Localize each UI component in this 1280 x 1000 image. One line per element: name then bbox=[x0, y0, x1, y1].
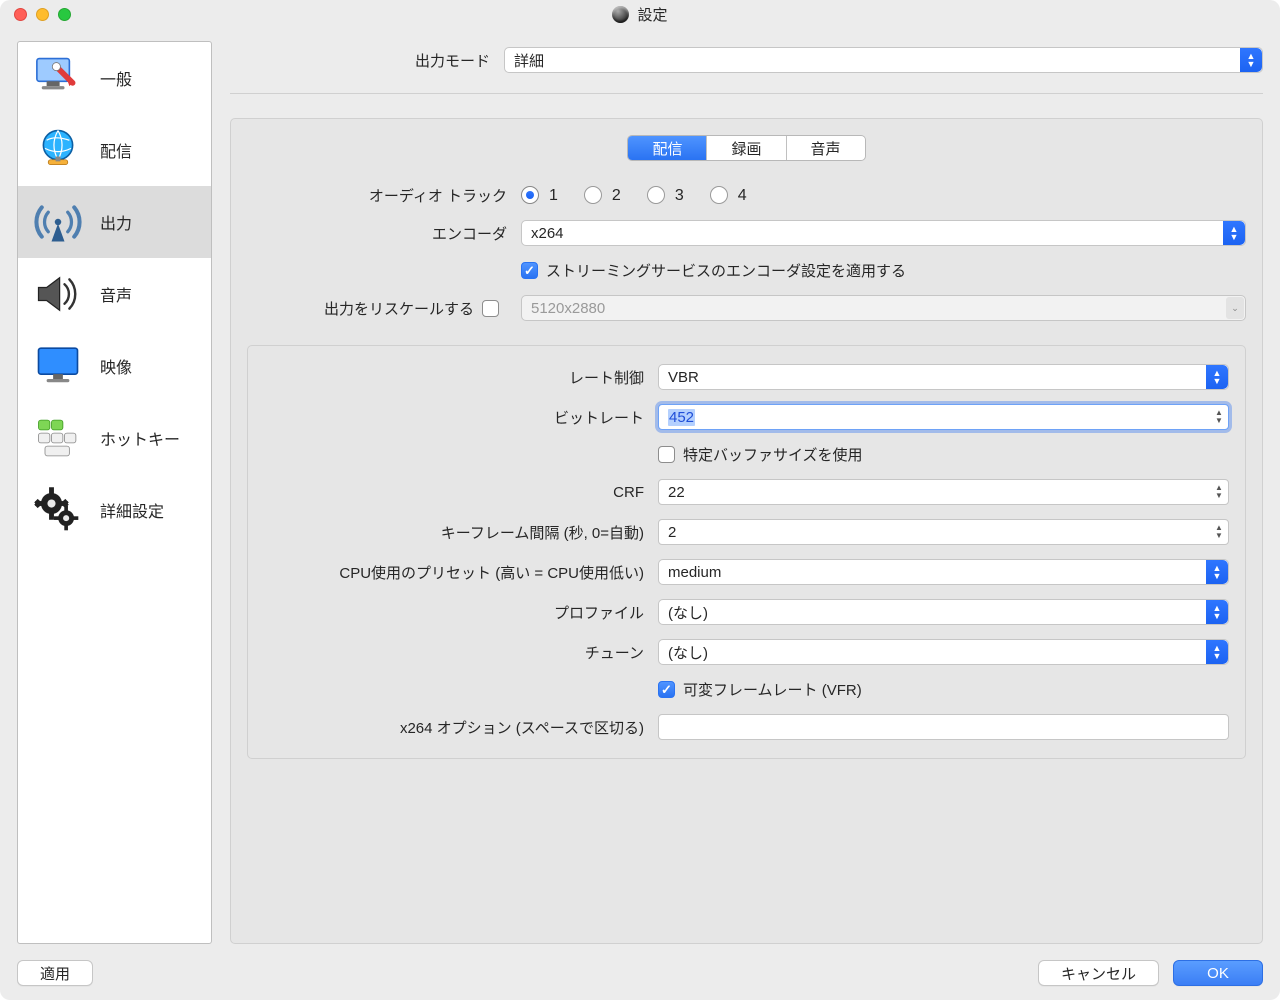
settings-window: 設定 一般 配信 bbox=[0, 0, 1280, 1000]
radio-icon bbox=[710, 186, 728, 204]
rate-control-label: レート制御 bbox=[264, 367, 644, 388]
sidebar-item-general[interactable]: 一般 bbox=[18, 42, 211, 114]
profile-select[interactable]: (なし) ▲▼ bbox=[658, 599, 1229, 625]
sidebar-item-label: 詳細設定 bbox=[100, 498, 164, 522]
sidebar-item-audio[interactable]: 音声 bbox=[18, 258, 211, 330]
audio-track-1-radio[interactable]: 1 bbox=[521, 187, 558, 205]
x264opts-label: x264 オプション (スペースで区切る) bbox=[264, 717, 644, 738]
minimize-window-button[interactable] bbox=[36, 8, 49, 21]
chevron-down-icon: ⌄ bbox=[1226, 297, 1244, 319]
apply-service-settings-checkbox[interactable]: ストリーミングサービスのエンコーダ設定を適用する bbox=[521, 260, 906, 281]
chevron-updown-icon: ▲▼ bbox=[1206, 560, 1228, 584]
sidebar-item-output[interactable]: 出力 bbox=[18, 186, 211, 258]
app-icon bbox=[612, 6, 629, 23]
vfr-checkbox[interactable]: 可変フレームレート (VFR) bbox=[658, 679, 862, 700]
output-mode-select[interactable]: 詳細 ▲▼ bbox=[504, 47, 1263, 73]
keyframe-label: キーフレーム間隔 (秒, 0=自動) bbox=[264, 522, 644, 543]
monitor-icon bbox=[28, 339, 88, 394]
audio-track-label: オーディオ トラック bbox=[247, 185, 507, 206]
sidebar-item-hotkeys[interactable]: ホットキー bbox=[18, 402, 211, 474]
titlebar: 設定 bbox=[0, 0, 1280, 29]
settings-sidebar: 一般 配信 出力 音声 bbox=[17, 41, 212, 944]
radio-icon bbox=[647, 186, 665, 204]
audio-track-3-radio[interactable]: 3 bbox=[647, 187, 684, 205]
bitrate-input[interactable]: 452 ▲▼ bbox=[658, 404, 1229, 430]
speaker-icon bbox=[28, 267, 88, 322]
rescale-checkbox[interactable] bbox=[482, 300, 499, 317]
tune-label: チューン bbox=[264, 642, 644, 663]
profile-label: プロファイル bbox=[264, 602, 644, 623]
sidebar-item-label: 配信 bbox=[100, 138, 132, 162]
maximize-window-button[interactable] bbox=[58, 8, 71, 21]
encoder-label: エンコーダ bbox=[247, 223, 507, 244]
crf-input[interactable]: 22 ▲▼ bbox=[658, 479, 1229, 505]
stepper-arrows-icon[interactable]: ▲▼ bbox=[1211, 521, 1227, 543]
chevron-updown-icon: ▲▼ bbox=[1206, 600, 1228, 624]
checkbox-icon bbox=[658, 446, 675, 463]
custom-buffer-checkbox[interactable]: 特定バッファサイズを使用 bbox=[658, 444, 863, 465]
crf-label: CRF bbox=[264, 484, 644, 501]
rescale-value: 5120x2880 bbox=[531, 300, 605, 317]
broadcast-icon bbox=[28, 195, 88, 250]
audio-track-2-radio[interactable]: 2 bbox=[584, 187, 621, 205]
sidebar-item-label: 映像 bbox=[100, 354, 132, 378]
audio-track-4-radio[interactable]: 4 bbox=[710, 187, 747, 205]
main-content: 出力モード 詳細 ▲▼ 配信 録画 音声 bbox=[230, 41, 1263, 944]
rate-control-select[interactable]: VBR ▲▼ bbox=[658, 364, 1229, 390]
chevron-updown-icon: ▲▼ bbox=[1240, 48, 1262, 72]
chevron-updown-icon: ▲▼ bbox=[1206, 640, 1228, 664]
keyframe-input[interactable]: 2 ▲▼ bbox=[658, 519, 1229, 545]
sidebar-item-label: 一般 bbox=[100, 66, 132, 90]
encoder-select[interactable]: x264 ▲▼ bbox=[521, 220, 1246, 246]
rescale-select: 5120x2880 ⌄ bbox=[521, 295, 1246, 321]
globe-icon bbox=[28, 123, 88, 178]
apply-button[interactable]: 適用 bbox=[17, 960, 93, 986]
general-icon bbox=[28, 51, 88, 106]
sidebar-item-video[interactable]: 映像 bbox=[18, 330, 211, 402]
checkbox-icon bbox=[521, 262, 538, 279]
audio-track-radiogroup: 1 2 3 4 bbox=[521, 187, 747, 205]
sidebar-item-advanced[interactable]: 詳細設定 bbox=[18, 474, 211, 546]
stepper-arrows-icon[interactable]: ▲▼ bbox=[1211, 406, 1227, 428]
sidebar-item-stream[interactable]: 配信 bbox=[18, 114, 211, 186]
chevron-updown-icon: ▲▼ bbox=[1206, 365, 1228, 389]
keyboard-icon bbox=[28, 411, 88, 466]
tab-audio[interactable]: 音声 bbox=[787, 136, 865, 160]
x264opts-input[interactable] bbox=[658, 714, 1229, 740]
radio-icon bbox=[584, 186, 602, 204]
tab-record[interactable]: 録画 bbox=[707, 136, 786, 160]
cpu-preset-label: CPU使用のプリセット (高い = CPU使用低い) bbox=[264, 562, 644, 583]
output-mode-label: 出力モード bbox=[230, 50, 490, 71]
button-bar: 適用 キャンセル OK bbox=[17, 954, 1263, 986]
ok-button[interactable]: OK bbox=[1173, 960, 1263, 986]
sidebar-item-label: 音声 bbox=[100, 282, 132, 306]
radio-icon bbox=[521, 186, 539, 204]
chevron-updown-icon: ▲▼ bbox=[1223, 221, 1245, 245]
tune-select[interactable]: (なし) ▲▼ bbox=[658, 639, 1229, 665]
bitrate-label: ビットレート bbox=[264, 407, 644, 428]
cancel-button[interactable]: キャンセル bbox=[1038, 960, 1159, 986]
close-window-button[interactable] bbox=[14, 8, 27, 21]
stepper-arrows-icon[interactable]: ▲▼ bbox=[1211, 481, 1227, 503]
rescale-label: 出力をリスケールする bbox=[324, 298, 474, 319]
encoder-value: x264 bbox=[531, 225, 564, 242]
tab-stream[interactable]: 配信 bbox=[628, 136, 707, 160]
encoder-settings-group: レート制御 VBR ▲▼ ビットレート 452 ▲▼ bbox=[247, 345, 1246, 759]
window-title: 設定 bbox=[637, 4, 667, 25]
output-tabs: 配信 録画 音声 bbox=[247, 135, 1246, 161]
cpu-preset-select[interactable]: medium ▲▼ bbox=[658, 559, 1229, 585]
output-mode-value: 詳細 bbox=[514, 50, 544, 71]
output-group: 配信 録画 音声 オーディオ トラック 1 2 3 4 bbox=[230, 118, 1263, 944]
checkbox-icon bbox=[658, 681, 675, 698]
sidebar-item-label: ホットキー bbox=[100, 426, 180, 450]
traffic-lights bbox=[14, 8, 71, 21]
gear-icon bbox=[28, 483, 88, 538]
sidebar-item-label: 出力 bbox=[100, 210, 132, 234]
